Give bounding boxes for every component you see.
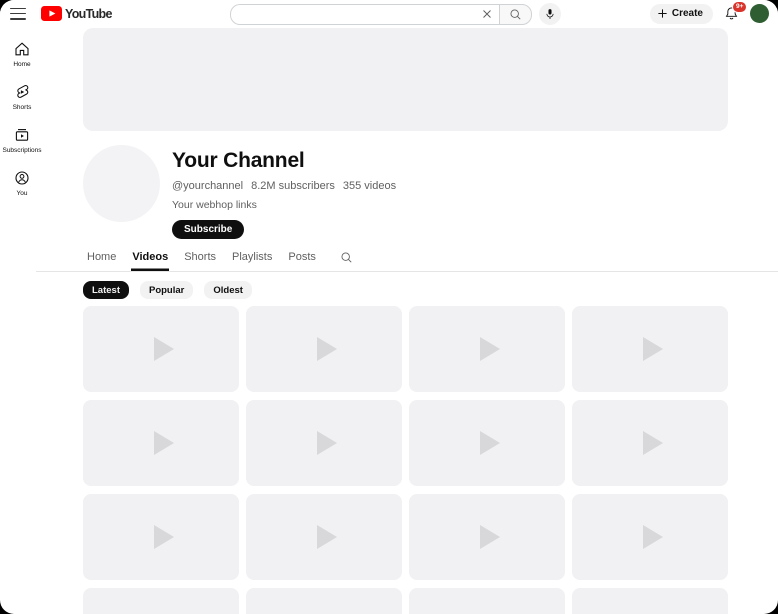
- create-button-label: Create: [672, 8, 703, 19]
- chip-latest[interactable]: Latest: [83, 281, 129, 299]
- video-thumbnail[interactable]: [409, 306, 565, 392]
- play-icon: [154, 337, 174, 361]
- clear-search-button[interactable]: [481, 8, 493, 20]
- sidebar-item-shorts[interactable]: Shorts: [0, 76, 44, 119]
- video-thumbnail[interactable]: [572, 588, 728, 614]
- play-icon: [154, 525, 174, 549]
- create-button[interactable]: Create: [650, 4, 713, 24]
- play-icon: [154, 431, 174, 455]
- channel-header: Your Channel @yourchannel 8.2M subscribe…: [83, 145, 728, 239]
- channel-videos-count: 355 videos: [343, 180, 396, 192]
- search-input[interactable]: [241, 7, 481, 21]
- search-box: [230, 4, 499, 25]
- channel-search-button[interactable]: [338, 251, 355, 271]
- video-thumbnail[interactable]: [572, 400, 728, 486]
- channel-banner: [83, 28, 728, 131]
- channel-tabs: Home Videos Shorts Playlists Posts: [36, 247, 778, 272]
- channel-info: Your Channel @yourchannel 8.2M subscribe…: [172, 145, 396, 239]
- chip-popular[interactable]: Popular: [140, 281, 193, 299]
- channel-title: Your Channel: [172, 149, 396, 173]
- channel-subscribers: 8.2M subscribers: [251, 180, 335, 192]
- tab-videos[interactable]: Videos: [131, 247, 169, 271]
- chip-oldest[interactable]: Oldest: [204, 281, 252, 299]
- search-area: [230, 3, 561, 25]
- tab-shorts[interactable]: Shorts: [183, 247, 217, 271]
- menu-icon: [10, 8, 26, 10]
- channel-avatar: [83, 145, 160, 222]
- youtube-wordmark: YouTube: [65, 7, 112, 21]
- shorts-icon: [14, 84, 30, 100]
- tab-playlists[interactable]: Playlists: [231, 247, 273, 271]
- user-avatar[interactable]: [750, 4, 769, 23]
- mic-icon: [544, 8, 556, 21]
- hamburger-menu-button[interactable]: [10, 8, 26, 20]
- video-thumbnail[interactable]: [409, 494, 565, 580]
- sidebar-item-home[interactable]: Home: [0, 33, 44, 76]
- tab-home[interactable]: Home: [86, 247, 117, 271]
- close-icon: [481, 8, 493, 20]
- subscribe-button[interactable]: Subscribe: [172, 220, 244, 239]
- play-icon: [317, 525, 337, 549]
- channel-links[interactable]: Your webhop links: [172, 199, 396, 211]
- video-grid: [83, 306, 728, 614]
- search-button[interactable]: [499, 4, 532, 25]
- play-icon: [480, 525, 500, 549]
- search-icon: [509, 8, 522, 21]
- tab-posts[interactable]: Posts: [287, 247, 317, 271]
- navbar-right-group: Create 9+: [650, 0, 769, 27]
- video-thumbnail[interactable]: [409, 588, 565, 614]
- video-thumbnail[interactable]: [246, 588, 402, 614]
- play-icon: [643, 431, 663, 455]
- play-icon: [317, 337, 337, 361]
- filter-chips: Latest Popular Oldest: [83, 281, 728, 299]
- youtube-play-icon: [41, 6, 62, 21]
- sidebar-item-subscriptions[interactable]: Subscriptions: [0, 119, 44, 162]
- sidebar-item-label: You: [17, 190, 28, 197]
- play-icon: [480, 431, 500, 455]
- video-thumbnail[interactable]: [83, 400, 239, 486]
- home-icon: [14, 41, 30, 57]
- play-icon: [643, 525, 663, 549]
- page-body: Home Shorts Subscriptions: [0, 27, 778, 614]
- video-thumbnail[interactable]: [409, 400, 565, 486]
- video-thumbnail[interactable]: [83, 306, 239, 392]
- video-thumbnail[interactable]: [572, 494, 728, 580]
- channel-main: Your Channel @yourchannel 8.2M subscribe…: [44, 27, 778, 614]
- play-icon: [643, 337, 663, 361]
- sidebar-item-you[interactable]: You: [0, 162, 44, 205]
- youtube-logo[interactable]: YouTube: [41, 6, 112, 21]
- sidebar-item-label: Home: [13, 61, 30, 68]
- subscriptions-icon: [14, 127, 30, 143]
- video-thumbnail[interactable]: [246, 400, 402, 486]
- search-icon: [340, 251, 353, 264]
- video-thumbnail[interactable]: [246, 306, 402, 392]
- you-icon: [14, 170, 30, 186]
- channel-meta: @yourchannel 8.2M subscribers 355 videos: [172, 180, 396, 192]
- play-icon: [317, 431, 337, 455]
- sidebar-item-label: Subscriptions: [2, 147, 41, 154]
- youtube-channel-page: YouTube: [0, 0, 778, 614]
- sidebar-item-label: Shorts: [13, 104, 32, 111]
- video-thumbnail[interactable]: [83, 588, 239, 614]
- video-thumbnail[interactable]: [246, 494, 402, 580]
- mic-button[interactable]: [539, 3, 561, 25]
- video-thumbnail[interactable]: [572, 306, 728, 392]
- play-icon: [480, 337, 500, 361]
- mini-sidebar: Home Shorts Subscriptions: [0, 27, 44, 614]
- plus-icon: [657, 8, 668, 19]
- video-thumbnail[interactable]: [83, 494, 239, 580]
- notification-badge: 9+: [732, 1, 747, 14]
- notifications-button[interactable]: 9+: [724, 6, 739, 22]
- top-navbar: YouTube: [0, 0, 778, 27]
- channel-handle: @yourchannel: [172, 180, 243, 192]
